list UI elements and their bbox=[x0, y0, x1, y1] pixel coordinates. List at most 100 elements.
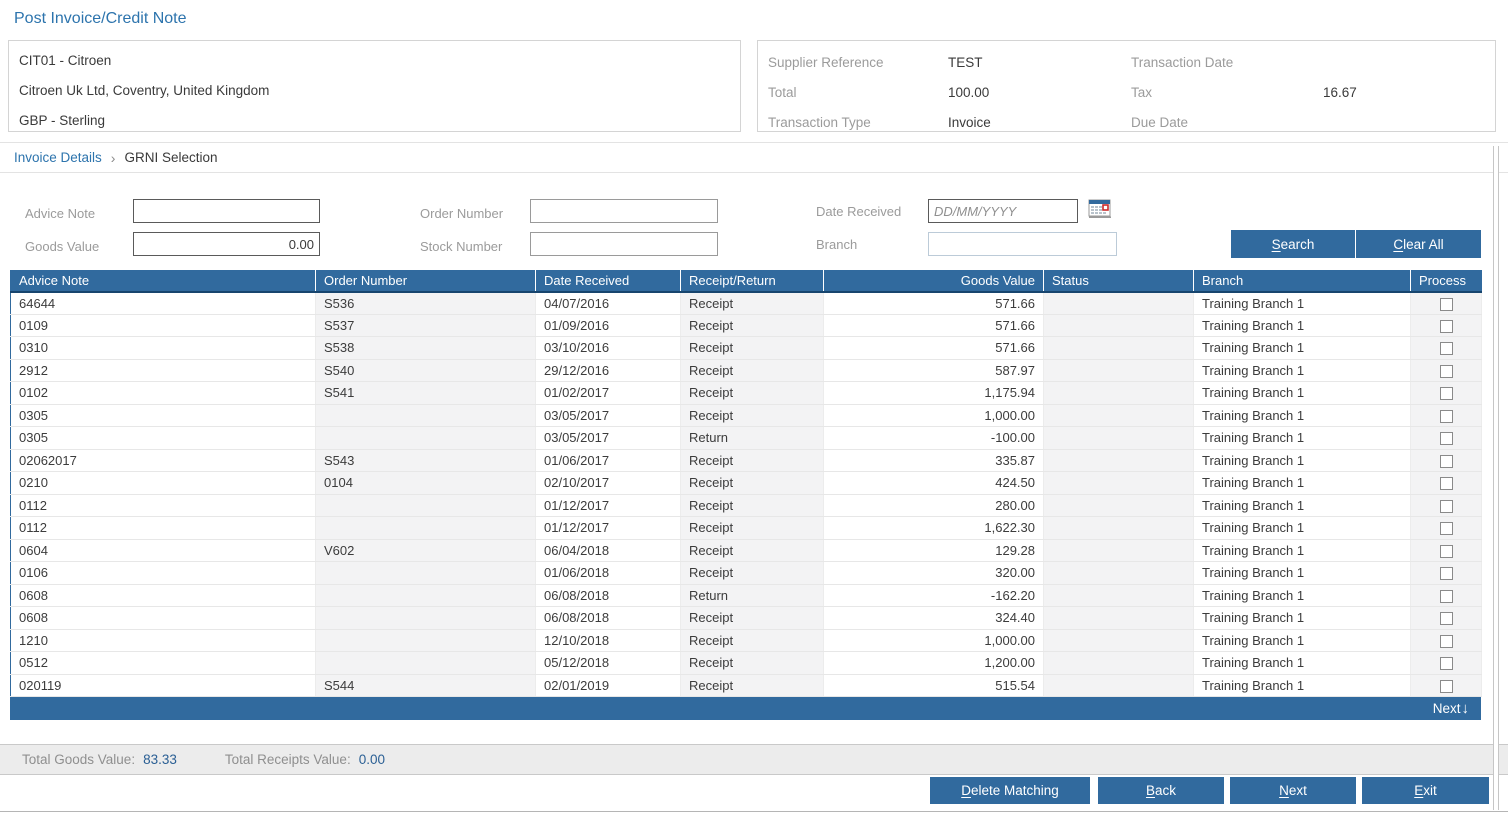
process-checkbox[interactable] bbox=[1440, 567, 1453, 580]
search-button[interactable]: Search bbox=[1231, 230, 1355, 258]
table-row[interactable]: 060806/08/2018Receipt324.40Training Bran… bbox=[11, 607, 1482, 630]
cell-advice-note: 0210 bbox=[11, 472, 316, 495]
tax-value: 16.67 bbox=[1323, 85, 1485, 100]
column-header-status[interactable]: Status bbox=[1044, 271, 1194, 292]
cell-advice-note: 1210 bbox=[11, 629, 316, 652]
grni-table-head-row: Advice NoteOrder NumberDate ReceivedRece… bbox=[11, 271, 1482, 292]
column-header-branch[interactable]: Branch bbox=[1194, 271, 1411, 292]
table-row[interactable]: 0210010402/10/2017Receipt424.50Training … bbox=[11, 472, 1482, 495]
table-row[interactable]: 030503/05/2017Return-100.00Training Bran… bbox=[11, 427, 1482, 450]
column-header-date-received[interactable]: Date Received bbox=[536, 271, 681, 292]
stock-number-input[interactable] bbox=[530, 232, 718, 256]
cell-process bbox=[1411, 539, 1482, 562]
next-button[interactable]: Next bbox=[1230, 777, 1356, 804]
process-checkbox[interactable] bbox=[1440, 500, 1453, 513]
cell-order-number bbox=[316, 562, 536, 585]
column-header-advice-note[interactable]: Advice Note bbox=[11, 271, 316, 292]
table-row[interactable]: 030503/05/2017Receipt1,000.00Training Br… bbox=[11, 404, 1482, 427]
back-button[interactable]: Back bbox=[1098, 777, 1224, 804]
delete-matching-button[interactable]: Delete Matching bbox=[930, 777, 1090, 804]
goods-value-input[interactable] bbox=[133, 232, 320, 256]
table-row[interactable]: 121012/10/2018Receipt1,000.00Training Br… bbox=[11, 629, 1482, 652]
process-checkbox[interactable] bbox=[1440, 635, 1453, 648]
column-header-process[interactable]: Process bbox=[1411, 271, 1482, 292]
calendar-icon[interactable] bbox=[1086, 199, 1114, 222]
table-row[interactable]: 0109S53701/09/2016Receipt571.66Training … bbox=[11, 314, 1482, 337]
cell-process bbox=[1411, 494, 1482, 517]
cell-branch: Training Branch 1 bbox=[1194, 494, 1411, 517]
cell-date-received: 03/05/2017 bbox=[536, 427, 681, 450]
cell-status bbox=[1044, 517, 1194, 540]
process-checkbox[interactable] bbox=[1440, 657, 1453, 670]
process-checkbox[interactable] bbox=[1440, 387, 1453, 400]
cell-process bbox=[1411, 337, 1482, 360]
page-scrollbar[interactable] bbox=[1493, 146, 1499, 810]
process-checkbox[interactable] bbox=[1440, 680, 1453, 693]
invoice-summary-panel: Supplier Reference TEST Transaction Date… bbox=[757, 40, 1496, 132]
process-checkbox[interactable] bbox=[1440, 545, 1453, 558]
supplier-reference-value: TEST bbox=[948, 55, 1131, 70]
table-row[interactable]: 011201/12/2017Receipt1,622.30Training Br… bbox=[11, 517, 1482, 540]
process-checkbox[interactable] bbox=[1440, 365, 1453, 378]
process-checkbox[interactable] bbox=[1440, 590, 1453, 603]
process-checkbox[interactable] bbox=[1440, 477, 1453, 490]
bottom-divider bbox=[0, 811, 1508, 812]
cell-process bbox=[1411, 607, 1482, 630]
process-checkbox[interactable] bbox=[1440, 342, 1453, 355]
process-checkbox[interactable] bbox=[1440, 612, 1453, 625]
table-row[interactable]: 64644S53604/07/2016Receipt571.66Training… bbox=[11, 292, 1482, 315]
table-row[interactable]: 020119S54402/01/2019Receipt515.54Trainin… bbox=[11, 674, 1482, 697]
cell-order-number bbox=[316, 517, 536, 540]
cell-status bbox=[1044, 539, 1194, 562]
branch-input[interactable] bbox=[928, 232, 1117, 256]
date-received-label: Date Received bbox=[816, 204, 901, 219]
cell-order-number: S538 bbox=[316, 337, 536, 360]
table-row[interactable]: 0102S54101/02/2017Receipt1,175.94Trainin… bbox=[11, 382, 1482, 405]
clear-all-button[interactable]: Clear All bbox=[1356, 230, 1481, 258]
cell-status bbox=[1044, 652, 1194, 675]
cell-status bbox=[1044, 314, 1194, 337]
supplier-reference-label: Supplier Reference bbox=[768, 55, 948, 70]
advice-note-input[interactable] bbox=[133, 199, 320, 223]
table-row[interactable]: 010601/06/2018Receipt320.00Training Bran… bbox=[11, 562, 1482, 585]
table-row[interactable]: 060806/08/2018Return-162.20Training Bran… bbox=[11, 584, 1482, 607]
cell-goods-value: 1,000.00 bbox=[824, 629, 1044, 652]
process-checkbox[interactable] bbox=[1440, 455, 1453, 468]
cell-receipt-return: Receipt bbox=[681, 607, 824, 630]
cell-order-number: S536 bbox=[316, 292, 536, 315]
process-checkbox[interactable] bbox=[1440, 410, 1453, 423]
table-row[interactable]: 2912S54029/12/2016Receipt587.97Training … bbox=[11, 359, 1482, 382]
advice-note-label: Advice Note bbox=[25, 206, 95, 221]
cell-goods-value: 515.54 bbox=[824, 674, 1044, 697]
cell-branch: Training Branch 1 bbox=[1194, 472, 1411, 495]
cell-goods-value: 324.40 bbox=[824, 607, 1044, 630]
process-checkbox[interactable] bbox=[1440, 298, 1453, 311]
cell-receipt-return: Receipt bbox=[681, 404, 824, 427]
cell-status bbox=[1044, 674, 1194, 697]
table-row[interactable]: 0604V60206/04/2018Receipt129.28Training … bbox=[11, 539, 1482, 562]
cell-date-received: 05/12/2018 bbox=[536, 652, 681, 675]
cell-branch: Training Branch 1 bbox=[1194, 382, 1411, 405]
table-row[interactable]: 051205/12/2018Receipt1,200.00Training Br… bbox=[11, 652, 1482, 675]
cell-receipt-return: Receipt bbox=[681, 517, 824, 540]
column-header-goods-value[interactable]: Goods Value bbox=[824, 271, 1044, 292]
supplier-currency: GBP - Sterling bbox=[19, 107, 730, 137]
process-checkbox[interactable] bbox=[1440, 432, 1453, 445]
order-number-input[interactable] bbox=[530, 199, 718, 223]
cell-receipt-return: Receipt bbox=[681, 494, 824, 517]
cell-goods-value: 424.50 bbox=[824, 472, 1044, 495]
column-header-order-number[interactable]: Order Number bbox=[316, 271, 536, 292]
process-checkbox[interactable] bbox=[1440, 522, 1453, 535]
process-checkbox[interactable] bbox=[1440, 320, 1453, 333]
exit-button[interactable]: Exit bbox=[1362, 777, 1489, 804]
column-header-receipt-return[interactable]: Receipt/Return bbox=[681, 271, 824, 292]
table-row[interactable]: 011201/12/2017Receipt280.00Training Bran… bbox=[11, 494, 1482, 517]
table-row[interactable]: 02062017S54301/06/2017Receipt335.87Train… bbox=[11, 449, 1482, 472]
cell-date-received: 04/07/2016 bbox=[536, 292, 681, 315]
cell-goods-value: 335.87 bbox=[824, 449, 1044, 472]
date-received-input[interactable] bbox=[928, 199, 1078, 223]
breadcrumb-invoice-details[interactable]: Invoice Details bbox=[14, 150, 102, 165]
pager-next-button[interactable]: Next ↓ bbox=[1433, 700, 1469, 717]
supplier-address: Citroen Uk Ltd, Coventry, United Kingdom bbox=[19, 77, 730, 107]
table-row[interactable]: 0310S53803/10/2016Receipt571.66Training … bbox=[11, 337, 1482, 360]
